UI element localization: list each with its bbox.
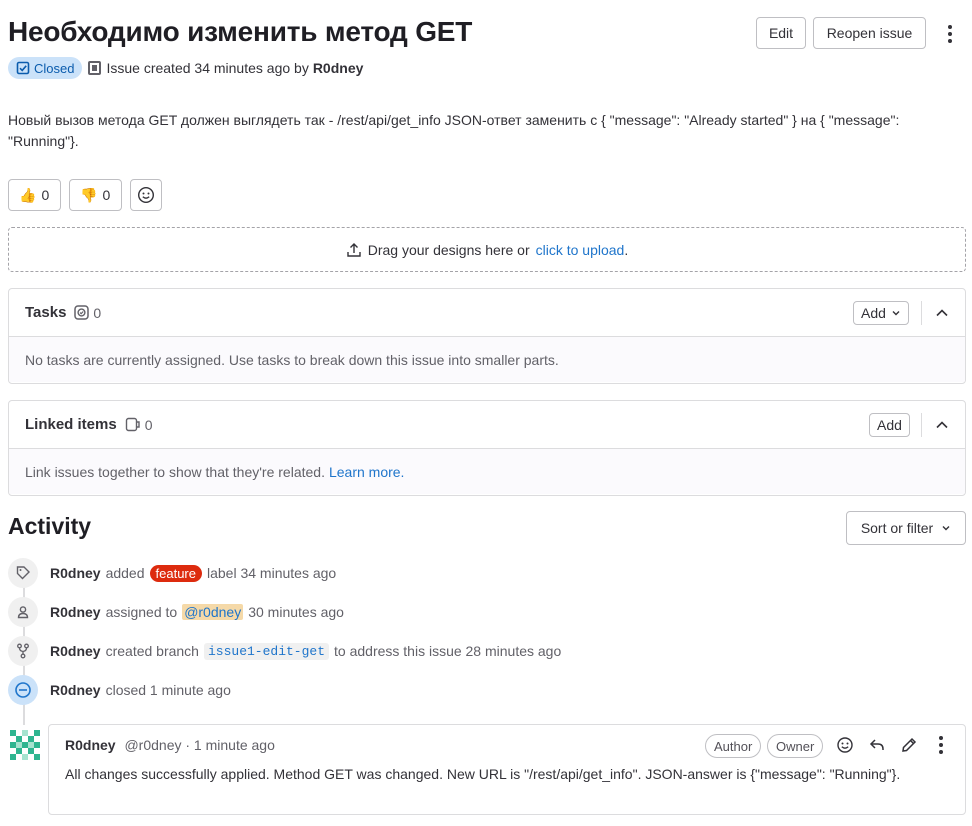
upload-icon bbox=[347, 242, 361, 257]
activity-event: R0dney added feature label 34 minutes ag… bbox=[8, 558, 336, 588]
linked-items-header: Linked items 0 Add bbox=[9, 401, 965, 449]
event-author[interactable]: R0dney bbox=[50, 682, 101, 698]
issue-closed-icon bbox=[8, 675, 38, 705]
event-author[interactable]: R0dney bbox=[50, 565, 101, 581]
learn-more-link[interactable]: Learn more. bbox=[329, 464, 404, 480]
dropzone-suffix: . bbox=[624, 241, 629, 258]
event-text: closed 1 minute ago bbox=[105, 682, 231, 698]
event-author[interactable]: R0dney bbox=[50, 604, 101, 620]
tasks-card-header: Tasks 0 Add bbox=[9, 289, 965, 337]
thumbsup-icon: 👍 bbox=[19, 186, 37, 203]
reply-icon[interactable] bbox=[868, 736, 886, 754]
event-author[interactable]: R0dney bbox=[50, 643, 101, 659]
tasks-card: Tasks 0 Add No tasks are currently assig… bbox=[8, 288, 966, 384]
thumbsdown-icon: 👎 bbox=[80, 186, 98, 203]
linked-items-empty: Link issues together to show that they'r… bbox=[9, 449, 965, 494]
label-icon bbox=[8, 558, 38, 588]
design-dropzone[interactable]: Drag your designs here or click to uploa… bbox=[8, 227, 966, 272]
header-divider bbox=[921, 301, 922, 325]
comment-handle-time: @r0dney · 1 minute ago bbox=[124, 737, 275, 753]
event-text: assigned to bbox=[105, 604, 178, 620]
event-text: created branch bbox=[105, 643, 199, 659]
author-badge: Author bbox=[705, 734, 762, 758]
issue-title: Необходимо изменить метод GET bbox=[8, 16, 473, 47]
activity-event: R0dney created branch issue1-edit-get to… bbox=[8, 636, 561, 666]
linked-items-title: Linked items bbox=[25, 416, 117, 433]
tasks-count-value: 0 bbox=[93, 304, 102, 321]
add-reaction-button[interactable] bbox=[130, 179, 162, 211]
user-mention[interactable]: @r0dney bbox=[182, 604, 244, 620]
linked-items-count-value: 0 bbox=[144, 416, 153, 433]
issue-type-icon bbox=[88, 61, 102, 75]
owner-badge: Owner bbox=[767, 734, 824, 758]
linked-items-card: Linked items 0 Add Link issues together … bbox=[8, 400, 966, 496]
header-divider bbox=[921, 413, 922, 437]
tasks-empty-text: No tasks are currently assigned. Use tas… bbox=[9, 337, 965, 382]
status-badge: Closed bbox=[8, 57, 83, 79]
sort-or-filter-label: Sort or filter bbox=[860, 520, 934, 536]
issue-meta: Closed Issue created 34 minutes ago by R… bbox=[8, 57, 363, 79]
sort-or-filter-button[interactable]: Sort or filter bbox=[846, 511, 966, 545]
chevron-down-icon bbox=[942, 526, 950, 531]
label-badge[interactable]: feature bbox=[149, 564, 202, 582]
add-reaction-icon[interactable] bbox=[836, 736, 854, 754]
tasks-title: Tasks bbox=[25, 304, 67, 321]
collapse-linked-items-icon[interactable] bbox=[935, 418, 949, 432]
comment-card: R0dney @r0dney · 1 minute ago Author Own… bbox=[48, 724, 966, 815]
user-icon bbox=[8, 597, 38, 627]
comment-author[interactable]: R0dney bbox=[65, 737, 116, 753]
thumbsup-count: 0 bbox=[41, 187, 50, 203]
event-text: 30 minutes ago bbox=[248, 604, 344, 620]
linked-items-add-button[interactable]: Add bbox=[869, 413, 910, 437]
dropzone-text: Drag your designs here or bbox=[367, 241, 530, 258]
event-text: label 34 minutes ago bbox=[207, 565, 337, 581]
issue-author-link[interactable]: R0dney bbox=[313, 60, 364, 76]
thumbsdown-reaction-button[interactable]: 👎 0 bbox=[69, 179, 122, 211]
task-done-icon bbox=[74, 305, 90, 320]
linked-items-add-label: Add bbox=[877, 417, 902, 433]
issue-closed-icon bbox=[16, 61, 30, 75]
event-text: added bbox=[105, 565, 145, 581]
comment-body: All changes successfully applied. Method… bbox=[65, 766, 901, 782]
thumbsup-reaction-button[interactable]: 👍 0 bbox=[8, 179, 61, 211]
collapse-tasks-icon[interactable] bbox=[935, 306, 949, 320]
meta-text: Issue created 34 minutes ago by bbox=[106, 60, 309, 76]
avatar[interactable] bbox=[10, 730, 40, 760]
upload-link[interactable]: click to upload bbox=[536, 242, 625, 258]
more-actions-icon[interactable] bbox=[932, 736, 950, 754]
thumbsdown-count: 0 bbox=[102, 187, 111, 203]
status-badge-label: Closed bbox=[34, 60, 75, 76]
branch-name-link[interactable]: issue1-edit-get bbox=[203, 642, 330, 660]
tasks-add-label: Add bbox=[861, 305, 886, 321]
event-text: to address this issue 28 minutes ago bbox=[334, 643, 562, 659]
tasks-add-button[interactable]: Add bbox=[853, 301, 909, 325]
linked-items-count: 0 bbox=[125, 417, 153, 433]
edit-icon[interactable] bbox=[900, 736, 918, 754]
activity-event: R0dney assigned to @r0dney 30 minutes ag… bbox=[8, 597, 344, 627]
branch-icon bbox=[8, 636, 38, 666]
more-actions-icon[interactable] bbox=[938, 20, 962, 48]
reopen-issue-button[interactable]: Reopen issue bbox=[813, 17, 926, 49]
comment-header: R0dney @r0dney · 1 minute ago bbox=[65, 737, 275, 753]
smiley-icon bbox=[137, 186, 155, 204]
issue-description: Новый вызов метода GET должен выглядеть … bbox=[8, 112, 900, 149]
activity-heading: Activity bbox=[8, 513, 92, 539]
chevron-down-icon bbox=[892, 311, 900, 316]
activity-event: R0dney closed 1 minute ago bbox=[8, 675, 231, 705]
linked-items-empty-text: Link issues together to show that they'r… bbox=[25, 463, 325, 480]
edit-button[interactable]: Edit bbox=[756, 17, 806, 49]
linked-issue-icon bbox=[125, 417, 140, 432]
tasks-count: 0 bbox=[74, 305, 101, 321]
